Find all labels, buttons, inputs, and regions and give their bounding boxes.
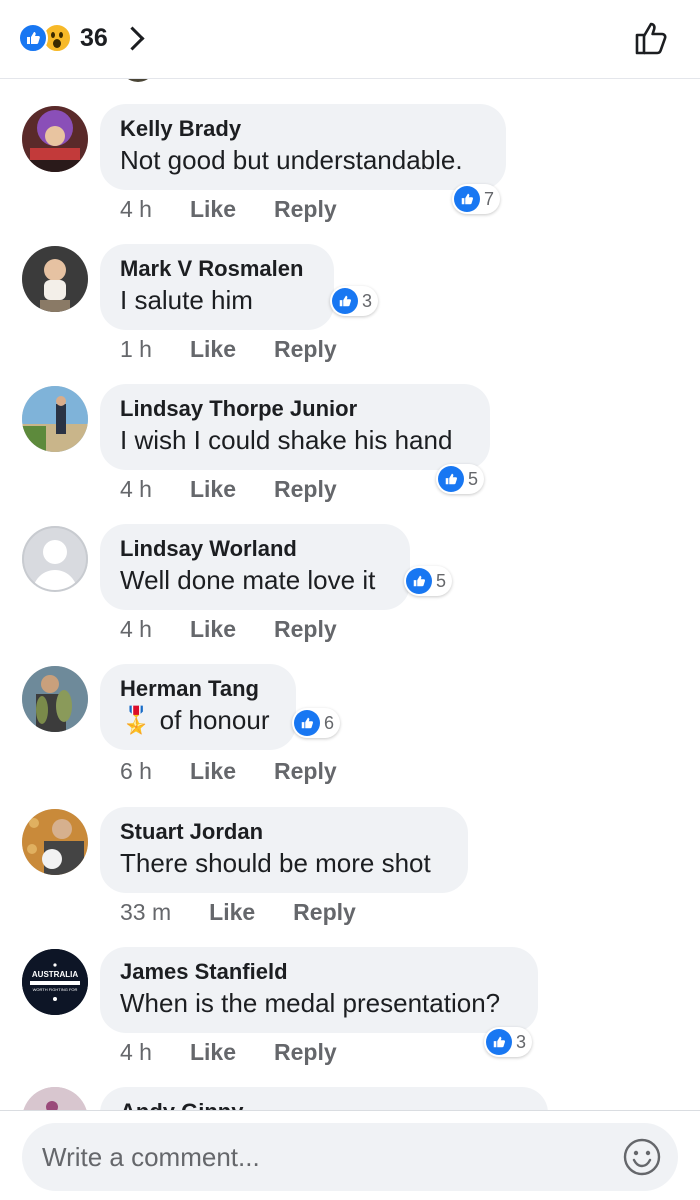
reaction-count: 6	[324, 712, 335, 733]
comment-reactions[interactable]: 5	[404, 566, 453, 596]
comment-author[interactable]: Andy Ginny	[120, 1099, 528, 1110]
comment-actions: 6 h Like Reply	[120, 756, 337, 786]
comment-text: I salute him	[120, 285, 253, 315]
avatar[interactable]	[22, 666, 88, 732]
comment-text: Well done mate love it	[120, 565, 376, 595]
default-avatar-icon[interactable]	[22, 526, 88, 592]
reaction-count: 36	[80, 23, 108, 52]
comment-time[interactable]: 4 h	[120, 476, 152, 503]
like-button[interactable]: Like	[190, 758, 236, 785]
chevron-right-icon	[120, 25, 145, 51]
like-button[interactable]: Like	[190, 196, 236, 223]
reply-button[interactable]: Reply	[274, 1039, 337, 1066]
comment-text: When is the medal presentation?	[120, 988, 501, 1018]
comment-time[interactable]: 33 m	[120, 899, 171, 926]
comment-bubble[interactable]: Kelly Brady Not good but understandable.	[100, 104, 506, 190]
comment-actions: 4 h Like Reply	[120, 474, 337, 504]
comment-actions: 33 m Like Reply	[120, 897, 356, 927]
comment-time[interactable]: 6 h	[120, 758, 152, 785]
comment-author[interactable]: Stuart Jordan	[120, 819, 448, 845]
like-reaction-icon	[454, 186, 480, 212]
like-reaction-icon	[332, 288, 358, 314]
like-reaction-icon	[294, 710, 320, 736]
comment-text: There should be more shot	[120, 848, 431, 878]
comment-bubble[interactable]: Stuart Jordan There should be more shot	[100, 807, 468, 893]
like-button[interactable]: Like	[190, 1039, 236, 1066]
comment-bubble[interactable]: Andy Ginny	[100, 1087, 548, 1110]
reply-button[interactable]: Reply	[293, 899, 356, 926]
reaction-count: 7	[484, 188, 495, 209]
comment-text-body: of honour	[159, 705, 270, 735]
comment-actions: 4 h Like Reply	[120, 1037, 337, 1067]
reactions-summary[interactable]: 36	[18, 18, 145, 58]
comment-text: Not good but understandable.	[120, 145, 463, 175]
reply-button[interactable]: Reply	[274, 616, 337, 643]
comment-bubble[interactable]: Lindsay Worland Well done mate love it	[100, 524, 410, 610]
comment-input-placeholder: Write a comment...	[42, 1141, 260, 1172]
avatar-text-motto: WORTH FIGHTING FOR	[33, 987, 78, 992]
comment-time[interactable]: 4 h	[120, 616, 152, 643]
avatar[interactable]	[22, 246, 88, 312]
medal-emoji: 🎖️	[120, 706, 153, 736]
comment-bubble[interactable]: Mark V Rosmalen I salute him	[100, 244, 334, 330]
comment-author[interactable]: Mark V Rosmalen	[120, 256, 314, 282]
comment-author[interactable]: Kelly Brady	[120, 116, 486, 142]
comment-time[interactable]: 1 h	[120, 336, 152, 363]
comment-bubble[interactable]: Herman Tang 🎖️ of honour	[100, 664, 296, 750]
comments-screen: 36 Kelly Brady Not good but understandab…	[0, 0, 700, 1200]
comment-reactions[interactable]: 3	[330, 286, 379, 316]
like-button[interactable]: Like	[209, 899, 255, 926]
comment-reactions[interactable]: 5	[436, 464, 485, 494]
like-reaction-icon	[486, 1029, 512, 1055]
reaction-count: 3	[362, 290, 373, 311]
comment-author[interactable]: James Stanfield	[120, 959, 518, 985]
avatar-text-australia: AUSTRALIA	[32, 970, 78, 979]
thumbs-up-outline-icon[interactable]	[632, 18, 672, 58]
comment-actions: 4 h Like Reply	[120, 614, 337, 644]
reply-button[interactable]: Reply	[274, 758, 337, 785]
like-reaction-icon	[18, 23, 48, 53]
reactions-header: 36	[0, 0, 700, 79]
comment-reactions[interactable]: 7	[452, 184, 501, 214]
comment-text: I wish I could shake his hand	[120, 425, 453, 455]
avatar[interactable]	[22, 106, 88, 172]
reaction-count: 3	[516, 1031, 527, 1052]
comment-reactions[interactable]: 6	[292, 708, 341, 738]
comment-author[interactable]: Herman Tang	[120, 676, 276, 702]
comment-bubble[interactable]: Lindsay Thorpe Junior I wish I could sha…	[100, 384, 490, 470]
comment-input[interactable]: Write a comment...	[22, 1123, 678, 1191]
comment-list: Kelly Brady Not good but understandable.…	[0, 78, 700, 1110]
comment-composer: Write a comment...	[0, 1110, 700, 1200]
comment-time[interactable]: 4 h	[120, 196, 152, 223]
reply-button[interactable]: Reply	[274, 196, 337, 223]
comment-time[interactable]: 4 h	[120, 1039, 152, 1066]
like-reaction-icon	[438, 466, 464, 492]
comment-author[interactable]: Lindsay Thorpe Junior	[120, 396, 470, 422]
reply-button[interactable]: Reply	[274, 336, 337, 363]
comment-reactions[interactable]: 3	[484, 1027, 533, 1057]
comment-text: 🎖️ of honour	[120, 702, 276, 739]
comment-bubble[interactable]: James Stanfield When is the medal presen…	[100, 947, 538, 1033]
avatar[interactable]	[22, 1087, 88, 1110]
comment-actions: 1 h Like Reply	[120, 334, 337, 364]
reaction-count: 5	[436, 570, 447, 591]
like-reaction-icon	[406, 568, 432, 594]
smiley-icon[interactable]	[622, 1137, 662, 1177]
avatar[interactable]	[22, 386, 88, 452]
like-button[interactable]: Like	[190, 476, 236, 503]
like-button[interactable]: Like	[190, 336, 236, 363]
avatar[interactable]	[22, 809, 88, 875]
like-button[interactable]: Like	[190, 616, 236, 643]
reply-button[interactable]: Reply	[274, 476, 337, 503]
avatar[interactable]: AUSTRALIA WORTH FIGHTING FOR	[22, 949, 88, 1015]
comment-author[interactable]: Lindsay Worland	[120, 536, 390, 562]
comment-actions: 4 h Like Reply	[120, 194, 337, 224]
reaction-count: 5	[468, 468, 479, 489]
